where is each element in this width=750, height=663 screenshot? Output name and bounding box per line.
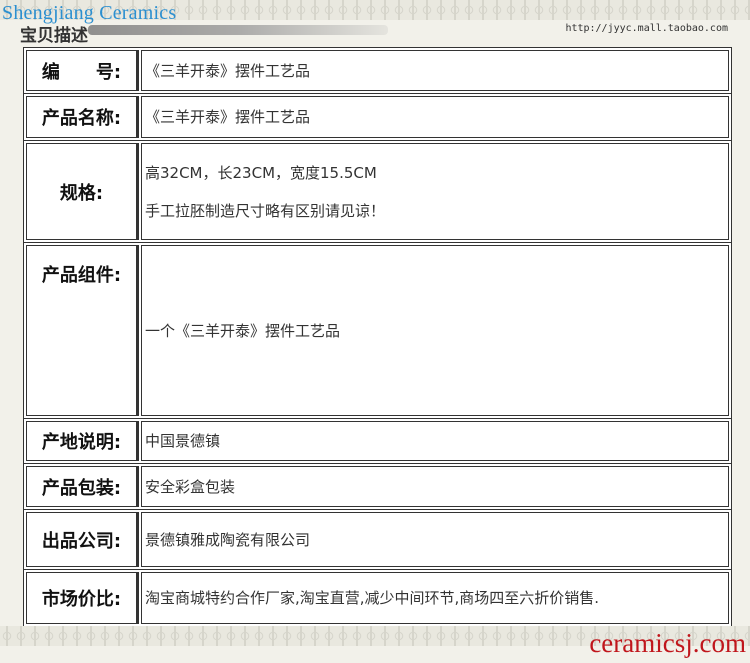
value-text: 手工拉胚制造尺寸略有区别请见谅！ [145,201,386,220]
value-market-price: 淘宝商城特约合作厂家,淘宝直营,减少中间环节,商场四至六折价销售. [141,572,729,624]
brush-stroke-decoration [88,25,388,35]
label-product-name: 产品名称: [26,96,139,138]
spec-table: 编 号: 《三羊开泰》摆件工艺品 产品名称: 《三羊开泰》摆件工艺品 规格: 高… [23,47,732,627]
value-components: 一个《三羊开泰》摆件工艺品 [141,245,729,416]
row-specifications: 规格: 高32CM，长23CM，宽度15.5CM 手工拉胚制造尺寸略有区别请见谅… [24,141,731,243]
value-origin: 中国景德镇 [141,421,729,461]
label-market-price: 市场价比: [26,572,139,624]
value-text: 淘宝商城特约合作厂家,淘宝直营,减少中间环节,商场四至六折价销售. [145,589,600,607]
value-text: 高32CM，长23CM，宽度15.5CM [145,163,377,182]
value-product-name: 《三羊开泰》摆件工艺品 [141,96,729,138]
value-text: 《三羊开泰》摆件工艺品 [145,108,311,126]
product-description-page: Shengjiang Ceramics 宝贝描述 http://jyyc.mal… [0,0,750,663]
row-origin: 产地说明: 中国景德镇 [24,419,731,464]
label-item-number: 编 号: [26,50,139,91]
value-text: 中国景德镇 [145,432,221,450]
label-components: 产品组件: [26,245,139,416]
value-company: 景德镇雅成陶瓷有限公司 [141,512,729,567]
value-specifications: 高32CM，长23CM，宽度15.5CM 手工拉胚制造尺寸略有区别请见谅！ [141,143,729,240]
description-header: 宝贝描述 http://jyyc.mall.taobao.com [18,21,734,46]
label-specifications: 规格: [26,143,139,240]
shop-url: http://jyyc.mall.taobao.com [565,23,728,34]
watermark-bottom: ceramicsj.com [589,628,746,658]
row-item-number: 编 号: 《三羊开泰》摆件工艺品 [24,48,731,94]
row-packaging: 产品包装: 安全彩盒包装 [24,464,731,510]
row-product-name: 产品名称: 《三羊开泰》摆件工艺品 [24,94,731,141]
label-company: 出品公司: [26,512,139,567]
label-packaging: 产品包装: [26,466,139,507]
value-item-number: 《三羊开泰》摆件工艺品 [141,50,729,91]
value-text: 一个《三羊开泰》摆件工艺品 [145,321,341,340]
label-origin: 产地说明: [26,421,139,461]
value-text: 《三羊开泰》摆件工艺品 [145,61,311,80]
row-components: 产品组件: 一个《三羊开泰》摆件工艺品 [24,243,731,419]
value-packaging: 安全彩盒包装 [141,466,729,507]
header-title: 宝贝描述 [20,26,88,46]
row-market-price: 市场价比: 淘宝商城特约合作厂家,淘宝直营,减少中间环节,商场四至六折价销售. [24,570,731,626]
row-company: 出品公司: 景德镇雅成陶瓷有限公司 [24,510,731,570]
value-text: 安全彩盒包装 [145,477,236,496]
value-text: 景德镇雅成陶瓷有限公司 [145,530,311,549]
